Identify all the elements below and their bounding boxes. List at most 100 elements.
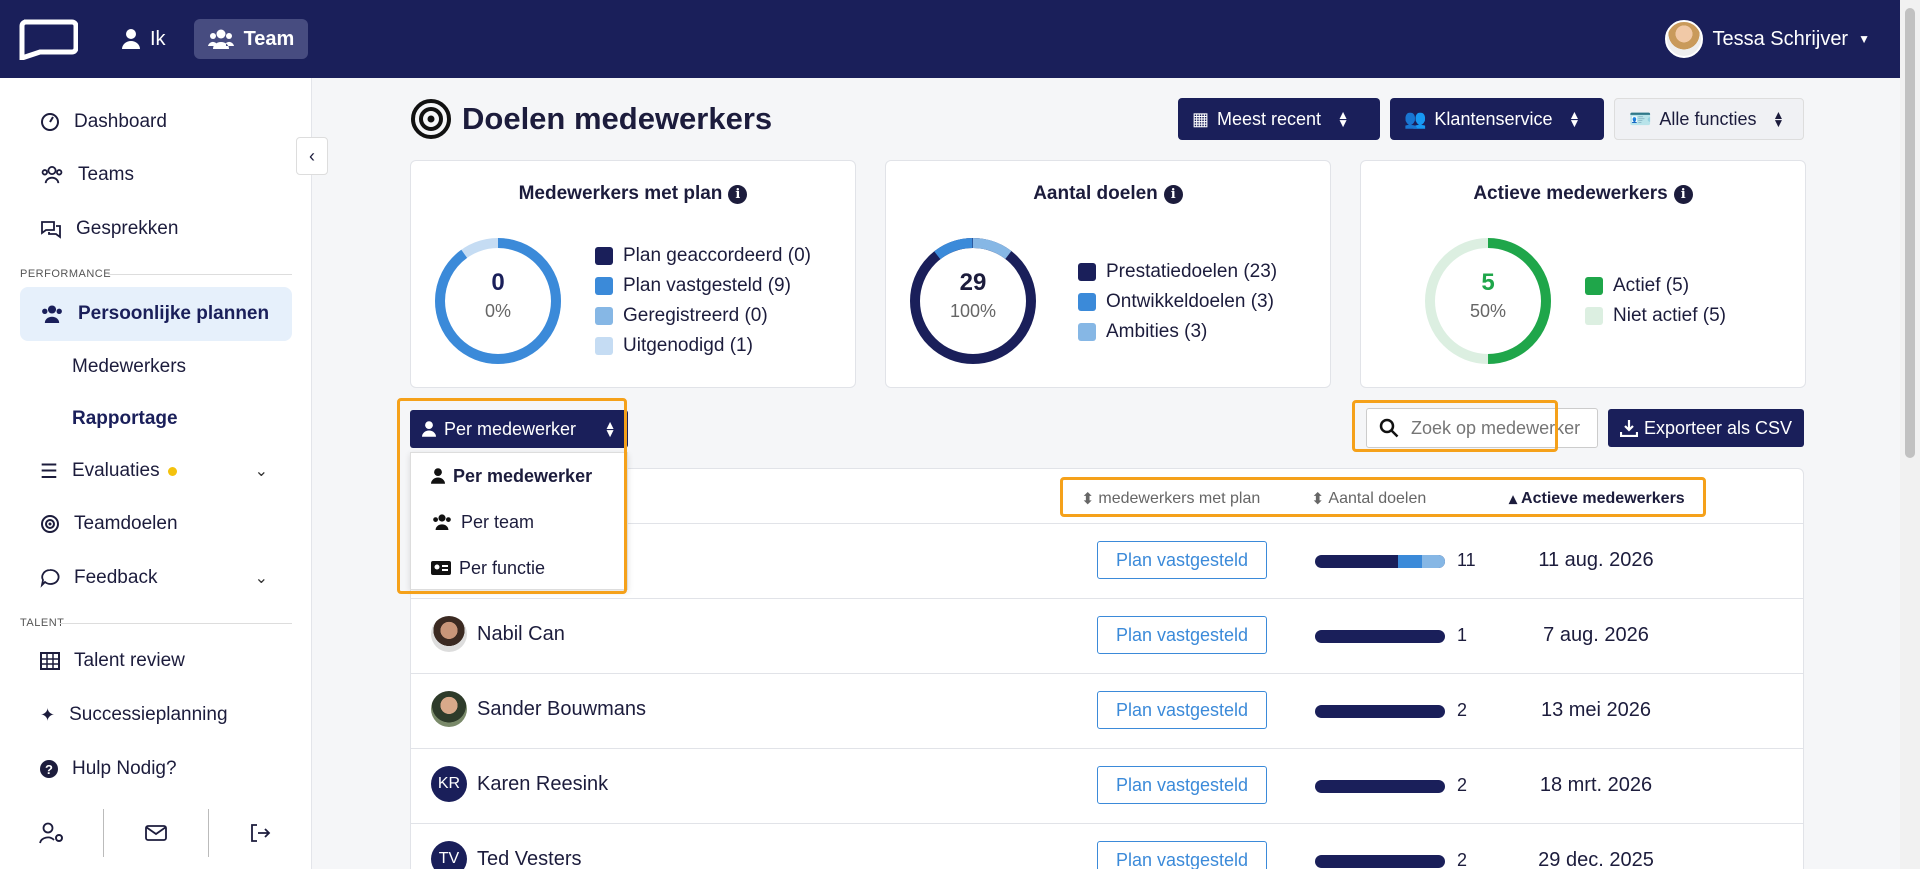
info-icon[interactable]: i — [1163, 185, 1183, 204]
divider — [60, 623, 292, 624]
logout-icon — [251, 824, 271, 842]
app-logo[interactable] — [18, 18, 79, 62]
notification-dot — [167, 466, 177, 476]
info-icon[interactable]: i — [1673, 185, 1693, 204]
grid-icon — [40, 652, 60, 670]
sort-icon: ▲ ▼ — [1568, 108, 1581, 130]
goals-count: 2 — [1457, 850, 1468, 869]
filter-period[interactable]: ▦ Meest recent ▲ ▼ — [1178, 98, 1380, 140]
target-icon — [411, 99, 451, 139]
employee-name[interactable]: Karen Reesink — [477, 773, 608, 796]
info-icon[interactable]: i — [728, 185, 748, 204]
employee-name[interactable]: Sander Bouwmans — [477, 698, 646, 721]
highlight-search — [1352, 400, 1558, 452]
avatar — [431, 616, 467, 652]
envelope-icon — [145, 825, 167, 841]
calendar-icon: ▦ — [1192, 108, 1210, 129]
legend: Actief (5) Niet actief (5) — [1585, 275, 1726, 327]
donut-value: 0 — [491, 269, 505, 296]
gauge-icon — [41, 113, 59, 131]
sidebar-item-successieplanning[interactable]: ✦ Successieplanning — [20, 691, 292, 739]
user-menu[interactable]: Tessa Schrijver ▼ — [1664, 0, 1870, 78]
sidebar-item-label: Dashboard — [74, 111, 167, 132]
user-settings-button[interactable] — [0, 809, 103, 857]
list-icon: ☰ — [40, 460, 58, 483]
legend: Prestatiedoelen (23) Ontwikkeldoelen (3)… — [1078, 261, 1277, 343]
filter-function-label: Alle functies — [1659, 108, 1757, 129]
legend-item: Plan vastgesteld (9) — [595, 275, 811, 297]
last-activity-date: 29 dec. 2025 — [1538, 849, 1654, 869]
chat-icon — [41, 221, 61, 239]
users-icon — [207, 29, 234, 49]
card-title: Actieve medewerkers i — [1361, 183, 1805, 205]
nav-team-label: Team — [243, 27, 295, 50]
logout-button[interactable] — [207, 809, 312, 857]
top-navigation-bar: Ik Team Tessa Schrijver ▼ — [0, 0, 1900, 78]
sidebar-sub-rapportage[interactable]: Rapportage — [72, 408, 178, 430]
help-icon: ? — [40, 760, 58, 778]
goals-bar — [1315, 630, 1445, 643]
donut-percent: 0% — [484, 301, 511, 321]
legend-item: Ontwikkeldoelen (3) — [1078, 291, 1277, 313]
messages-button[interactable] — [103, 809, 207, 857]
download-icon — [1619, 420, 1638, 437]
sidebar-item-persoonlijke-plannen[interactable]: Persoonlijke plannen — [20, 287, 292, 341]
legend-item: Plan geaccordeerd (0) — [595, 245, 811, 267]
table-row[interactable]: KR Karen Reesink Plan vastgesteld 2 18 m… — [411, 748, 1803, 823]
status-badge: Plan vastgesteld — [1097, 541, 1267, 579]
sort-icon: ▲ ▼ — [1772, 108, 1785, 130]
sparkle-icon: ✦ — [40, 704, 56, 725]
sidebar-item-label: Teams — [78, 164, 134, 185]
donut-value: 29 — [959, 269, 987, 296]
goals-bar — [1315, 555, 1445, 568]
status-badge: Plan vastgesteld — [1097, 841, 1267, 869]
legend-item: Uitgenodigd (1) — [595, 335, 811, 357]
nav-ik-label: Ik — [150, 27, 166, 50]
filter-team[interactable]: 👥 Klantenservice ▲ ▼ — [1390, 98, 1604, 140]
sidebar-item-hulp[interactable]: ? Hulp Nodig? — [20, 745, 292, 793]
highlight-sort-headers — [1060, 477, 1706, 517]
sidebar-sub-medewerkers[interactable]: Medewerkers — [72, 356, 186, 378]
export-label: Exporteer als CSV — [1643, 417, 1793, 438]
sidebar-item-evaluaties[interactable]: ☰ Evaluaties ⌄ — [20, 447, 292, 495]
donut-percent: 50% — [1469, 301, 1507, 321]
table-row[interactable]: TV Ted Vesters Plan vastgesteld 2 29 dec… — [411, 823, 1803, 869]
legend-item: Prestatiedoelen (23) — [1078, 261, 1277, 283]
legend-item: Geregistreerd (0) — [595, 305, 811, 327]
sidebar-item-label: Successieplanning — [69, 704, 228, 725]
sidebar: Dashboard Teams Gesprekken PERFORMANCE P… — [0, 78, 312, 869]
sidebar-item-feedback[interactable]: Feedback ⌄ — [20, 554, 292, 602]
sidebar-item-label: Gesprekken — [76, 218, 179, 239]
avatar-initials: TV — [431, 841, 467, 869]
divider — [108, 274, 292, 275]
sidebar-item-teamdoelen[interactable]: Teamdoelen — [20, 500, 292, 548]
users-icon — [41, 166, 63, 184]
legend-item: Actief (5) — [1585, 275, 1726, 297]
sidebar-item-label: Evaluaties — [71, 460, 160, 481]
table-row[interactable]: Sander Bouwmans Plan vastgesteld 2 13 me… — [411, 673, 1803, 748]
page-scrollbar[interactable] — [1900, 0, 1920, 869]
caret-down-icon: ▼ — [1858, 32, 1870, 46]
goals-count: 1 — [1457, 625, 1468, 645]
nav-ik[interactable]: Ik — [108, 19, 180, 59]
user-name: Tessa Schrijver — [1712, 27, 1849, 50]
section-performance: PERFORMANCE — [20, 268, 112, 280]
sidebar-footer — [0, 802, 312, 864]
export-csv-button[interactable]: Exporteer als CSV — [1608, 409, 1804, 447]
sidebar-item-dashboard[interactable]: Dashboard — [20, 98, 292, 146]
filter-function[interactable]: 🪪 Alle functies ▲ ▼ — [1614, 98, 1804, 140]
highlight-group-by — [397, 398, 627, 594]
sidebar-item-teams[interactable]: Teams — [20, 151, 292, 199]
donut-value: 5 — [1481, 269, 1495, 296]
goals-bar-segment — [1422, 555, 1445, 568]
page-title: Doelen medewerkers — [410, 98, 772, 140]
employee-name[interactable]: Ted Vesters — [477, 848, 582, 869]
status-badge: Plan vastgesteld — [1097, 691, 1267, 729]
table-row[interactable]: Nabil Can Plan vastgesteld 1 7 aug. 2026 — [411, 598, 1803, 673]
nav-team[interactable]: Team — [193, 19, 309, 59]
sidebar-item-label: Hulp Nodig? — [72, 758, 177, 779]
sidebar-item-gesprekken[interactable]: Gesprekken — [20, 205, 292, 253]
legend-item: Niet actief (5) — [1585, 305, 1726, 327]
employee-name[interactable]: Nabil Can — [477, 623, 565, 646]
sidebar-item-talent-review[interactable]: Talent review — [20, 637, 292, 685]
